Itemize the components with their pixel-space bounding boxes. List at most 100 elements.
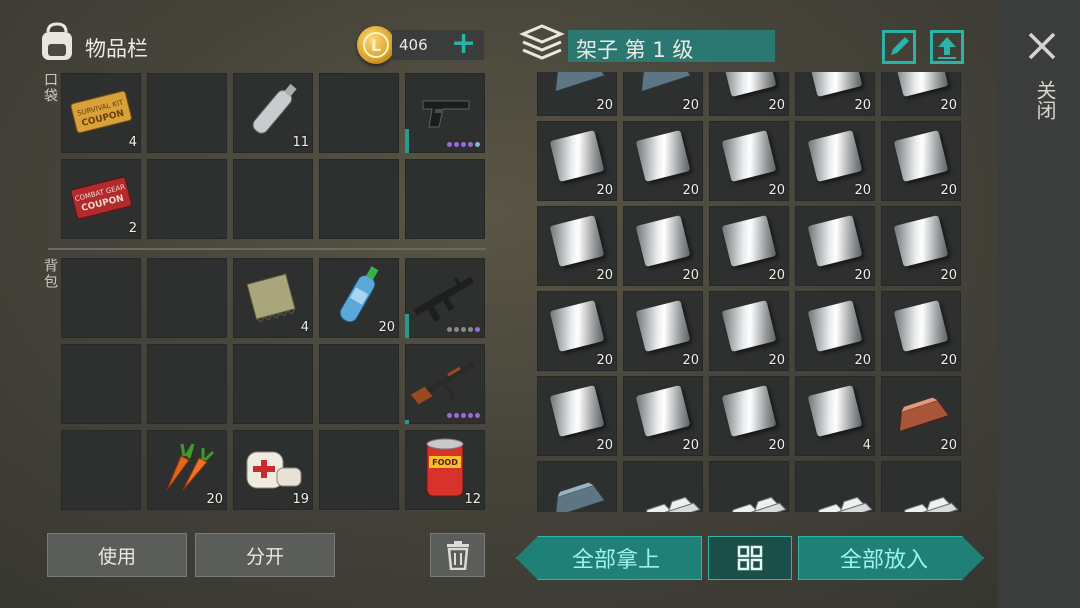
storage-grid-area: 20 20 20 20 20 20 20 20 20 20 20 20 20 20 20 20 20 20 20 20…: [537, 72, 963, 512]
inventory.backpack-slot[interactable]: [405, 258, 485, 338]
inventory.pocket-slot[interactable]: [405, 159, 485, 239]
split-button[interactable]: 分开: [195, 533, 335, 577]
storage.rows.2-slot[interactable]: 20: [795, 206, 875, 286]
item-count: 20: [854, 98, 871, 113]
inventory.backpack-slot[interactable]: [61, 344, 141, 424]
item-count: 20: [768, 438, 785, 453]
storage.rows.0-slot[interactable]: 20: [881, 72, 961, 116]
storage.rows.3-slot[interactable]: 20: [709, 291, 789, 371]
inventory.pocket-slot[interactable]: COMBAT GEAR COUPON 2: [61, 159, 141, 239]
inventory.backpack-slot[interactable]: [61, 430, 141, 510]
storage.rows.2-slot[interactable]: 20: [709, 206, 789, 286]
item-count: 20: [596, 183, 613, 198]
add-coins-button[interactable]: +: [451, 26, 476, 61]
storage.rows.5-slot[interactable]: [623, 461, 703, 512]
inventory.backpack-slot[interactable]: FOOD 12: [405, 430, 485, 510]
inventory.pocket-slot[interactable]: 11: [233, 73, 313, 153]
inventory.backpack-slot[interactable]: [147, 344, 227, 424]
storage.rows.3-slot[interactable]: 20: [881, 291, 961, 371]
item-count: 20: [596, 438, 613, 453]
item-count: 4: [300, 320, 309, 335]
storage.rows.0-slot[interactable]: 20: [623, 72, 703, 116]
item-count: 20: [768, 98, 785, 113]
inventory.pocket-slot[interactable]: [319, 73, 399, 153]
close-icon: [1028, 32, 1056, 60]
storage.rows.5-slot[interactable]: [881, 461, 961, 512]
item-count: 20: [378, 320, 395, 335]
silver-bars-icon: [623, 459, 703, 512]
storage.rows.4-slot[interactable]: 20: [623, 376, 703, 456]
use-button[interactable]: 使用: [47, 533, 187, 577]
section-divider: [48, 248, 486, 250]
storage.rows.1-slot[interactable]: 20: [537, 121, 617, 201]
item-count: 20: [940, 353, 957, 368]
storage.rows.4-slot[interactable]: 20: [537, 376, 617, 456]
silver-bars-icon: [795, 459, 875, 512]
storage.rows.3-slot[interactable]: 20: [537, 291, 617, 371]
storage.rows.2-slot[interactable]: 20: [881, 206, 961, 286]
inventory.pocket-slot[interactable]: [319, 159, 399, 239]
item-count: 20: [854, 353, 871, 368]
pencil-icon: [891, 37, 909, 55]
item-count: 4: [128, 135, 137, 150]
inventory.backpack-slot[interactable]: 20: [147, 430, 227, 510]
close-button[interactable]: 关闭: [1022, 26, 1062, 126]
inventory.backpack-slot[interactable]: [61, 258, 141, 338]
inventory.backpack-slot[interactable]: [405, 344, 485, 424]
storage.rows.0-slot[interactable]: 20: [795, 72, 875, 116]
item-count: 20: [596, 268, 613, 283]
storage.rows.5-slot[interactable]: [795, 461, 875, 512]
storage.rows.0-slot[interactable]: 20: [537, 72, 617, 116]
svg-text:L: L: [371, 36, 381, 55]
storage.rows.1-slot[interactable]: 20: [881, 121, 961, 201]
ak47-rifle-icon: [405, 342, 485, 422]
coin-icon: L: [357, 26, 395, 64]
item-count: 20: [940, 268, 957, 283]
storage.rows.4-slot[interactable]: 20: [709, 376, 789, 456]
take-all-button[interactable]: 全部拿上: [516, 536, 702, 580]
item-count: 11: [292, 135, 309, 150]
inventory.backpack-slot[interactable]: [233, 344, 313, 424]
inventory.backpack-slot[interactable]: 4: [233, 258, 313, 338]
item-count: 20: [682, 268, 699, 283]
edit-button[interactable]: [882, 30, 916, 64]
inventory.backpack-slot[interactable]: [319, 430, 399, 510]
item-count: 20: [768, 268, 785, 283]
storage.rows.4-slot[interactable]: 20: [881, 376, 961, 456]
put-all-label: 全部放入: [839, 548, 928, 573]
storage.rows.2-slot[interactable]: 20: [623, 206, 703, 286]
storage.rows.5-slot[interactable]: [709, 461, 789, 512]
close-label: 关闭: [1033, 80, 1057, 120]
inventory.pocket-slot[interactable]: [233, 159, 313, 239]
weapon-mod-dots: [447, 142, 480, 147]
item-count: 20: [854, 268, 871, 283]
storage.rows.1-slot[interactable]: 20: [623, 121, 703, 201]
item-count: 20: [940, 98, 957, 113]
storage.rows.3-slot[interactable]: 20: [795, 291, 875, 371]
storage.rows.4-slot[interactable]: 4: [795, 376, 875, 456]
inventory.backpack-slot[interactable]: [319, 344, 399, 424]
inventory.backpack-slot[interactable]: 19: [233, 430, 313, 510]
put-all-button[interactable]: 全部放入: [798, 536, 984, 580]
inventory.pocket-slot[interactable]: [147, 159, 227, 239]
item-count: 20: [768, 183, 785, 198]
inventory.pocket-slot[interactable]: [405, 73, 485, 153]
sort-button[interactable]: [708, 536, 792, 580]
storage.rows.0-slot[interactable]: 20: [709, 72, 789, 116]
storage.rows.3-slot[interactable]: 20: [623, 291, 703, 371]
inventory.pocket-slot[interactable]: [147, 73, 227, 153]
weapon-mod-dots: [447, 413, 480, 418]
storage.rows.1-slot[interactable]: 20: [709, 121, 789, 201]
inventory.pocket-slot[interactable]: SURVIVAL KIT COUPON 4: [61, 73, 141, 153]
upgrade-button[interactable]: [930, 30, 964, 64]
trash-button[interactable]: [430, 533, 485, 577]
inventory.backpack-slot[interactable]: 20: [319, 258, 399, 338]
storage.rows.5-slot[interactable]: [537, 461, 617, 512]
item-count: 19: [292, 492, 309, 507]
storage-title: 架子 第 1 级: [576, 38, 694, 62]
inventory.backpack-slot[interactable]: [147, 258, 227, 338]
storage.rows.2-slot[interactable]: 20: [537, 206, 617, 286]
item-count: 20: [596, 98, 613, 113]
storage.rows.1-slot[interactable]: 20: [795, 121, 875, 201]
m16-rifle-icon: [405, 256, 485, 336]
